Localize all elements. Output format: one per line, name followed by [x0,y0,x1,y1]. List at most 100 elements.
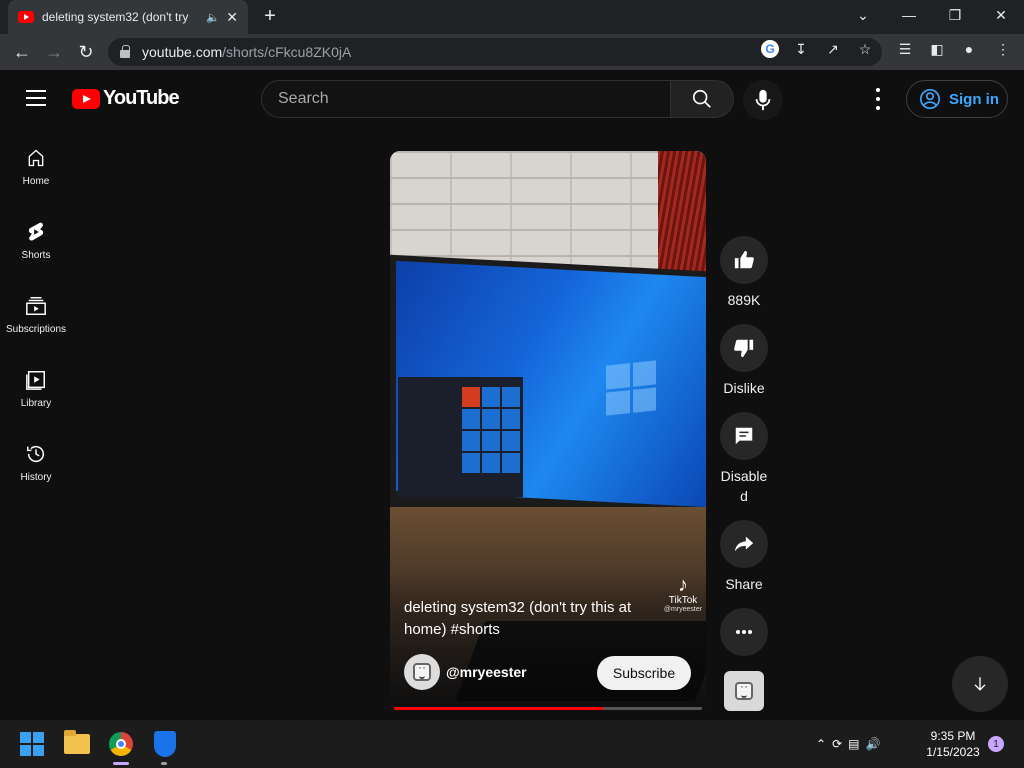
shield-icon [154,731,176,757]
back-button[interactable]: ← [8,38,36,66]
reload-button[interactable]: ↻ [72,38,100,66]
running-app-indicator [161,762,167,765]
comment-icon [735,427,753,445]
chrome-icon [109,732,133,756]
next-short-button[interactable] [952,656,1008,712]
video-progress-fill [394,707,604,710]
dislike-button[interactable] [720,324,768,372]
channel-name[interactable]: @mryeester [446,664,527,680]
channel-info[interactable]: @mryeester [404,654,527,690]
chevron-up-icon[interactable]: ⌃ [816,737,826,751]
history-icon [24,442,48,466]
like-action[interactable]: 889K [720,236,768,310]
short-video-player[interactable]: ♪ TikTok @mryeester deleting system32 (d… [390,151,706,711]
windows-security-button[interactable] [149,728,181,760]
search-input[interactable]: Search [261,80,671,118]
share-label: Share [725,576,763,592]
file-explorer-button[interactable] [61,728,93,760]
media-control-icon[interactable]: ☰ [896,40,914,58]
like-count: 889K [727,292,761,308]
sidebar-item-label: Library [20,398,52,409]
new-tab-button[interactable]: + [258,5,282,29]
lock-icon[interactable] [120,45,130,58]
search-button[interactable] [670,80,734,118]
side-panel-icon[interactable]: ◧ [928,40,946,58]
sign-in-button[interactable]: Sign in [906,80,1008,118]
windows-logo-icon [606,360,656,416]
subscriptions-icon [24,294,48,318]
hamburger-menu-icon[interactable] [26,90,46,106]
sync-icon[interactable]: ⟳ [832,737,842,751]
restore-button[interactable]: ❐ [932,0,978,30]
network-icon[interactable]: ▤ [848,737,859,751]
close-window-button[interactable]: ✕ [978,0,1024,30]
clock-date: 1/15/2023 [926,745,980,759]
avatar[interactable] [404,654,440,690]
channel-thumbnail[interactable] [724,671,764,711]
tiktok-watermark: ♪ TikTok @mryeester [660,575,706,613]
sidebar-item-history[interactable]: History [0,442,72,512]
more-actions[interactable] [720,608,768,662]
youtube-logo[interactable]: YouTube [72,87,180,110]
shorts-icon [24,220,48,244]
minimize-button[interactable]: — [886,0,932,30]
profile-icon[interactable]: ● [960,40,978,58]
forward-button[interactable]: → [40,38,68,66]
speaker-icon[interactable]: 🔈 [206,11,220,24]
share-button[interactable] [720,520,768,568]
youtube-favicon-icon [18,11,34,23]
search-icon [692,89,711,108]
youtube-play-icon [72,88,100,109]
sign-in-label: Sign in [949,90,999,108]
subscribe-button[interactable]: Subscribe [597,656,691,690]
sidebar-item-label: Home [22,176,50,187]
more-options-icon[interactable] [720,608,768,656]
chrome-taskbar-button[interactable] [105,728,137,760]
short-title[interactable]: deleting system32 (don't try this at hom… [404,597,664,641]
share-page-icon[interactable]: ↗ [824,40,842,58]
sidebar-item-library[interactable]: Library [0,368,72,438]
dislike-action[interactable]: Dislike [720,324,768,398]
tiktok-watermark-brand: TikTok [668,595,698,606]
settings-menu-icon[interactable] [868,88,888,110]
browser-menu-icon[interactable]: ⋮ [994,40,1012,58]
sidebar-item-home[interactable]: Home [0,146,72,216]
dislike-label: Dislike [723,380,765,396]
system-tray: ⌃ ⟳ ▤ 🔊 [816,728,880,760]
share-arrow-icon [734,536,754,552]
notification-badge[interactable]: 1 [988,736,1004,752]
folder-icon [64,730,90,754]
google-icon[interactable]: G [761,40,779,58]
thumbs-down-icon [734,339,754,358]
clock-time: 9:35 PM [930,729,976,743]
browser-tab[interactable]: deleting system32 (don't try 🔈 ✕ [8,0,248,34]
comments-action[interactable]: Disabled [720,412,768,506]
robot-face-icon [735,679,753,700]
robot-face-icon [413,660,431,681]
bookmark-star-icon[interactable]: ☆ [856,40,874,58]
taskbar-clock[interactable]: 9:35 PM 1/15/2023 [920,728,986,760]
microphone-icon [755,89,771,111]
video-progress-bar[interactable] [394,707,702,710]
install-app-icon[interactable]: ↧ [792,40,810,58]
sidebar-item-shorts[interactable]: Shorts [0,220,72,290]
home-icon [24,146,48,170]
tab-search-chevron-icon[interactable]: ⌄ [840,0,886,30]
youtube-header: YouTube Search Sign in [0,70,1024,126]
voice-search-button[interactable] [743,80,783,120]
volume-icon[interactable]: 🔊 [865,737,880,751]
windows-start-button[interactable] [16,728,48,760]
library-icon [24,368,48,392]
comments-label: Disabled [720,468,768,504]
active-app-indicator [113,762,129,765]
video-frame-start-tiles [462,387,520,473]
share-action[interactable]: Share [720,520,768,594]
url-host: youtube.com [142,44,223,60]
account-icon [920,89,940,109]
like-button[interactable] [720,236,768,284]
thumbs-up-icon [734,250,754,269]
comments-button[interactable] [720,412,768,460]
sidebar-item-label: Shorts [21,250,51,261]
close-tab-icon[interactable]: ✕ [226,9,238,26]
sidebar-item-subscriptions[interactable]: Subscriptions [0,294,72,364]
